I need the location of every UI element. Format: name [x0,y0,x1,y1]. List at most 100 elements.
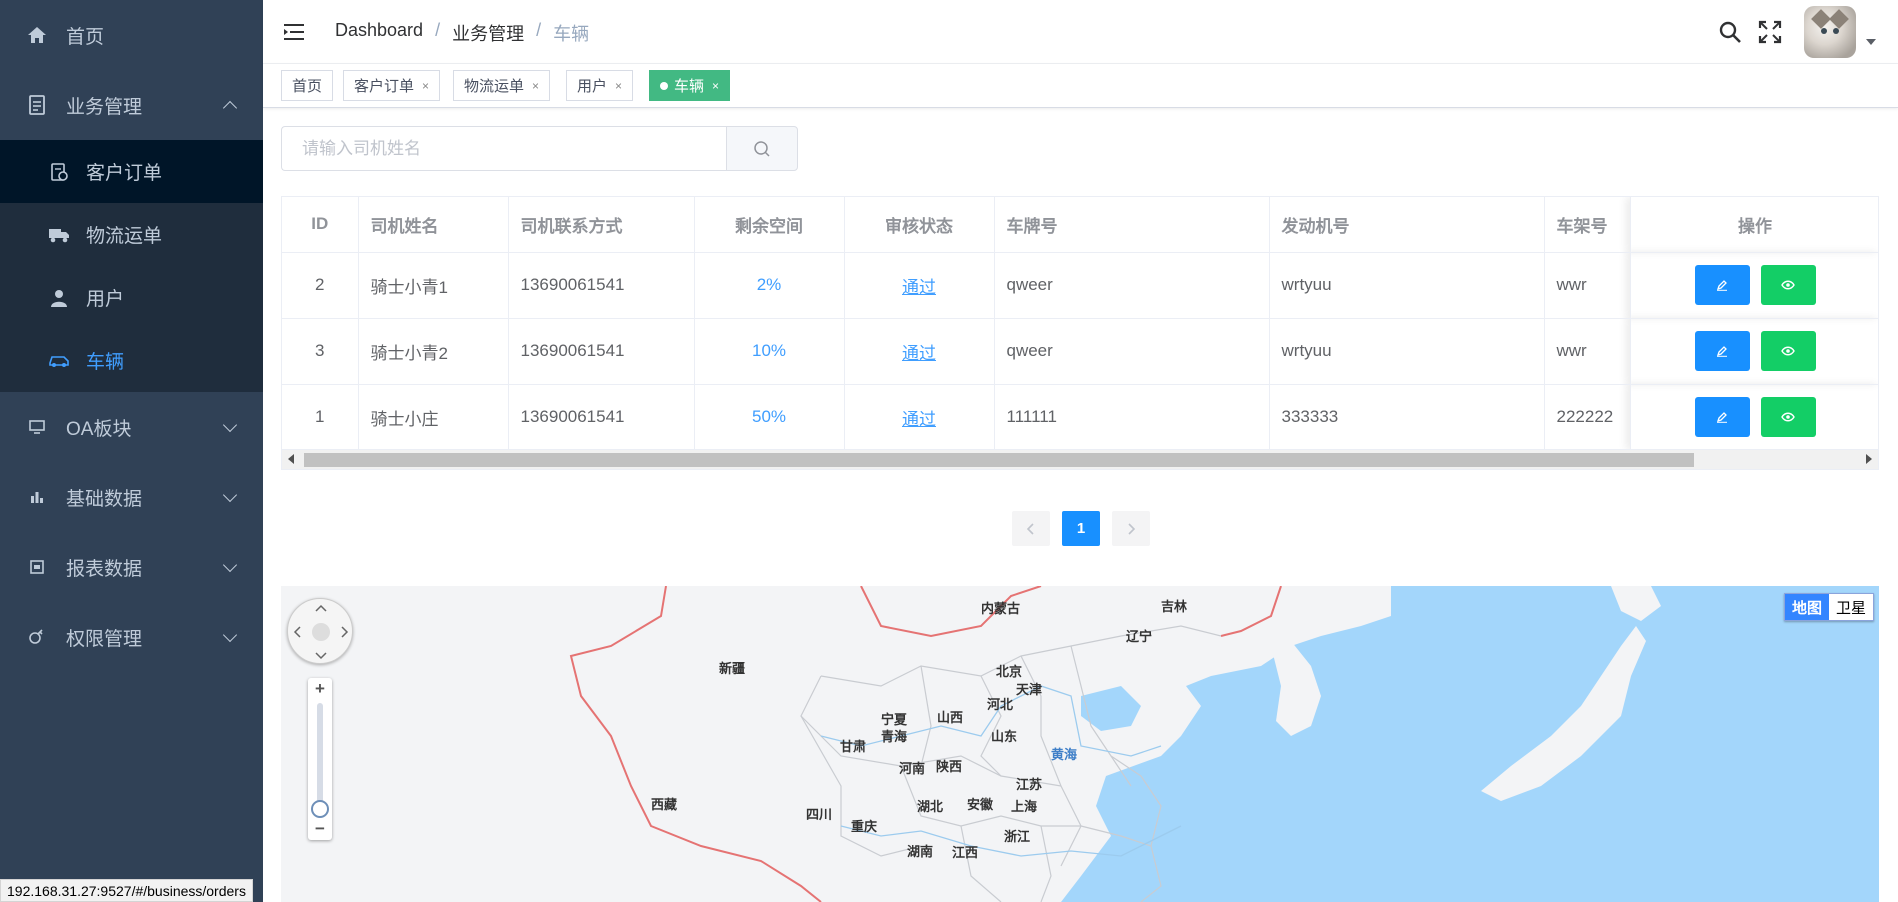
breadcrumb-business[interactable]: 业务管理 [452,20,524,46]
audit-status-link[interactable]: 通过 [902,278,936,297]
column-header[interactable]: 剩余空间 [694,197,845,253]
map-background [569,586,1879,902]
map-label: 湖南 [907,844,934,859]
sidebar-item-business[interactable]: 业务管理 [0,70,263,140]
bar-chart-icon [26,490,48,504]
horizontal-scrollbar[interactable] [282,449,1878,469]
cell-driver-phone: 13690061541 [508,252,695,319]
vehicle-table: ID 司机姓名 司机联系方式 剩余空间 审核状态 车牌号 发动机号 车架号 操作… [281,196,1879,470]
hamburger-menu-icon[interactable] [283,22,307,42]
cell-driver-phone: 13690061541 [508,318,695,385]
column-header[interactable]: 司机姓名 [358,197,509,253]
sidebar-item-customer-orders[interactable]: 客户订单 [0,140,263,203]
scroll-right-arrow-icon[interactable] [1866,454,1872,464]
sidebar-item-label: 报表数据 [66,558,143,580]
cell-actions [1630,252,1878,319]
search-button[interactable] [726,126,798,171]
scroll-left-arrow-icon[interactable] [288,454,294,464]
column-header[interactable]: 司机联系方式 [508,197,695,253]
edit-button[interactable] [1694,331,1750,371]
page-number-button[interactable]: 1 [1062,511,1100,546]
view-button[interactable] [1760,397,1816,437]
sidebar-item-label: OA板块 [66,418,132,440]
sidebar-item-oa[interactable]: OA板块 [0,392,263,462]
edit-button[interactable] [1694,397,1750,437]
tag-customer-orders[interactable]: 客户订单 × [343,70,441,101]
edit-button[interactable] [1694,265,1750,305]
tag-label: 首页 [292,78,323,95]
search-icon[interactable] [1712,14,1748,50]
column-header[interactable]: 审核状态 [844,197,995,253]
column-header[interactable]: 车架号 [1544,197,1631,253]
tag-vehicles[interactable]: 车辆 × [649,70,731,101]
caret-down-icon[interactable] [1866,39,1876,45]
sidebar-item-basic-data[interactable]: 基础数据 [0,462,263,532]
close-icon[interactable]: × [422,79,429,93]
sidebar-item-permission[interactable]: 权限管理 [0,602,263,672]
map-label: 浙江 [1004,829,1031,844]
next-page-button[interactable] [1112,511,1150,546]
map[interactable]: 内蒙古 吉林 辽宁 新疆 北京 天津 河北 宁夏 山西 青海 山东 黄海 甘肃 … [281,586,1879,902]
chevron-down-icon [222,487,238,503]
view-button[interactable] [1760,331,1816,371]
cell-driver-phone: 13690061541 [508,384,695,451]
sidebar-item-vehicles[interactable]: 车辆 [0,329,263,392]
tag-home[interactable]: 首页 [281,70,334,101]
edit-icon [1716,346,1727,357]
tag-logistics[interactable]: 物流运单 × [453,70,551,101]
sidebar-item-report-data[interactable]: 报表数据 [0,532,263,602]
breadcrumb-dashboard[interactable]: Dashboard [335,20,423,46]
chevron-right-icon [1128,522,1136,535]
zoom-slider-track[interactable] [317,703,323,815]
map-type-map-button[interactable]: 地图 [1784,594,1829,620]
sidebar: 首页 业务管理 客户订单 物流运单 用户 车辆 OA板块 基础数据 报表数据 权… [0,0,263,902]
column-header: 操作 [1630,197,1878,253]
cell-frame-number: wwr [1544,318,1631,385]
cell-driver-name: 骑士小庄 [358,384,509,451]
cell-remaining-space: 50% [694,384,845,451]
zoom-in-button[interactable]: + [308,678,332,700]
close-icon[interactable]: × [615,79,622,93]
eye-icon [1781,280,1795,290]
cell-id: 2 [282,252,359,319]
map-label: 西藏 [651,797,678,812]
monitor-icon [26,420,48,434]
tags-view: 首页 客户订单 × 物流运单 × 用户 × 车辆 × [263,64,1898,108]
view-button[interactable] [1760,265,1816,305]
zoom-slider-handle[interactable] [311,800,329,818]
column-header[interactable]: ID [282,197,359,253]
avatar[interactable] [1804,6,1856,58]
sidebar-item-home[interactable]: 首页 [0,0,263,70]
zoom-out-button[interactable]: − [308,818,332,840]
map-type-satellite-button[interactable]: 卫星 [1828,594,1873,620]
cell-actions [1630,384,1878,451]
prev-page-button[interactable] [1012,511,1050,546]
scrollbar-thumb[interactable] [304,453,1694,467]
close-icon[interactable]: × [532,79,539,93]
sidebar-item-users[interactable]: 用户 [0,266,263,329]
chevron-down-icon [222,557,238,573]
tag-label: 车辆 [674,78,705,95]
sidebar-item-logistics[interactable]: 物流运单 [0,203,263,266]
audit-status-link[interactable]: 通过 [902,344,936,363]
driver-name-search-input[interactable] [281,126,726,171]
audit-status-link[interactable]: 通过 [902,410,936,429]
map-label: 黄海 [1051,747,1078,762]
close-icon[interactable]: × [712,79,719,93]
home-icon [26,26,48,44]
navbar-right [1712,0,1898,64]
tag-label: 客户订单 [354,78,415,95]
column-header[interactable]: 车牌号 [994,197,1270,253]
chevron-up-icon [222,100,238,116]
table-row: 3 骑士小青2 13690061541 10% 通过 qweer wrtyuu … [282,318,1878,385]
map-pan-control[interactable] [287,598,353,664]
sidebar-item-label: 业务管理 [66,96,143,118]
cell-engine-number: wrtyuu [1269,318,1545,385]
cell-plate-number: qweer [994,252,1270,319]
sidebar-item-label: 客户订单 [86,163,163,184]
tag-users[interactable]: 用户 × [566,70,634,101]
search-icon [754,140,770,157]
tag-label: 物流运单 [464,78,525,95]
fullscreen-icon[interactable] [1752,14,1788,50]
column-header[interactable]: 发动机号 [1269,197,1545,253]
